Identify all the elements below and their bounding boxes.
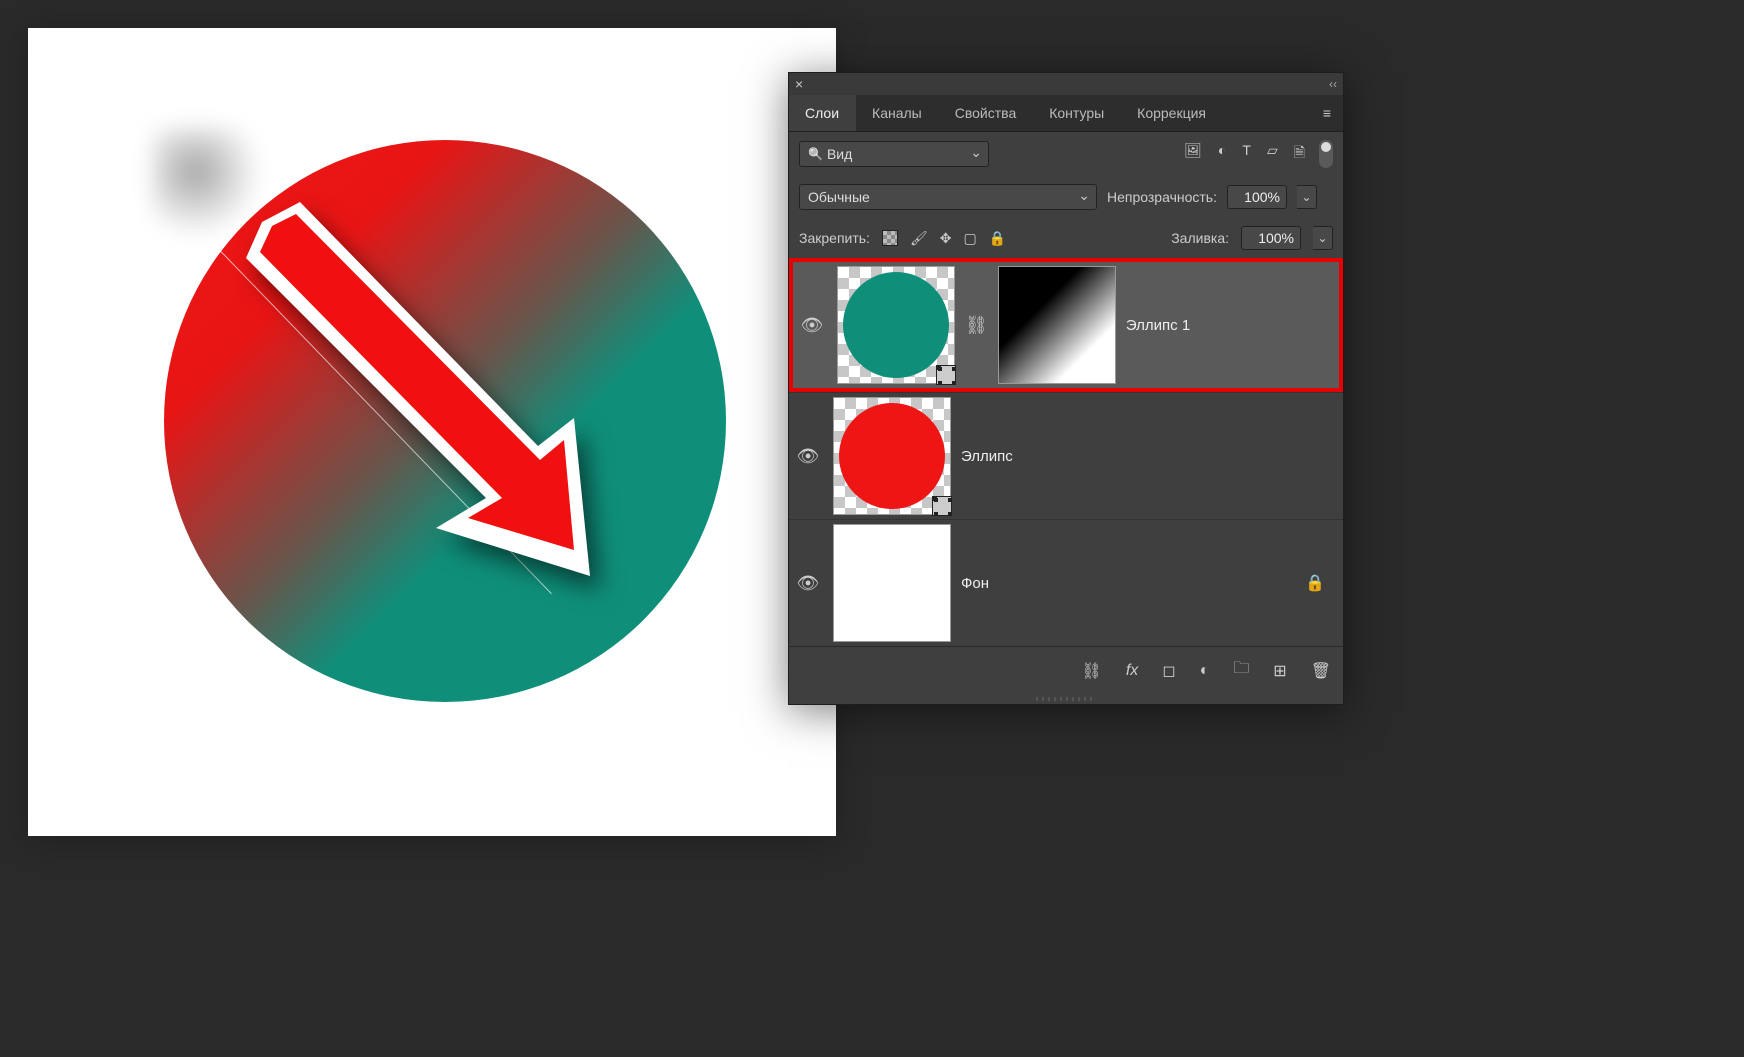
blend-mode-dropdown[interactable]: Обычные (799, 184, 1097, 210)
layers-panel-footer: ⛓ fx ◻ ◐ 🗀 ⊞ 🗑 (789, 646, 1343, 694)
lock-artboard-icon[interactable]: ▢ (963, 230, 976, 247)
fill-value-input[interactable]: 100% (1241, 226, 1301, 250)
layer-row-ellipse-1[interactable]: 👁 ⛓ Эллипс 1 (789, 258, 1343, 392)
tab-adjustments[interactable]: Коррекция (1121, 95, 1223, 131)
shape-indicator-icon (936, 365, 956, 385)
layer-filter-icons: 🖼 ◐ T ▱ 🗎 (1184, 142, 1305, 166)
new-group-icon[interactable]: 🗀 (1233, 657, 1249, 684)
shape-indicator-icon (932, 496, 952, 516)
lock-position-icon[interactable]: ✥ (940, 230, 952, 247)
visibility-toggle[interactable]: 👁 (793, 446, 823, 467)
background-lock-icon[interactable]: 🔒 (1305, 573, 1325, 593)
link-mask-icon[interactable]: ⛓ (965, 315, 988, 336)
layer-row-background[interactable]: 👁 Фон 🔒 (789, 519, 1343, 646)
opacity-label: Непрозрачность: (1107, 189, 1217, 205)
tab-properties[interactable]: Свойства (939, 95, 1033, 131)
image-filter-icon[interactable]: 🖼 (1184, 142, 1202, 166)
tab-paths[interactable]: Контуры (1033, 95, 1121, 131)
mask-thumbnail[interactable] (998, 266, 1116, 384)
layer-row-ellipse[interactable]: 👁 Эллипс (789, 392, 1343, 519)
panel-menu-icon[interactable]: ≡ (1311, 95, 1343, 131)
resize-grip[interactable] (789, 694, 1343, 704)
add-mask-icon[interactable]: ◻ (1162, 661, 1175, 681)
opacity-value-input[interactable]: 100% (1227, 185, 1287, 209)
lock-all-icon[interactable]: 🔒 (989, 230, 1006, 247)
lock-label: Закрепить: (799, 230, 870, 246)
lock-pixels-icon[interactable]: 🖌 (910, 230, 928, 247)
document-canvas[interactable] (28, 28, 836, 836)
fx-icon[interactable]: fx (1126, 662, 1138, 680)
layer-kind-dropdown[interactable]: Вид (799, 141, 989, 167)
layer-name-label[interactable]: Эллипс 1 (1126, 317, 1190, 334)
collapse-panel-icon[interactable]: ‹‹ (1329, 77, 1337, 91)
new-layer-icon[interactable]: ⊞ (1273, 661, 1286, 681)
layers-panel: × ‹‹ Слои Каналы Свойства Контуры Коррек… (788, 72, 1344, 705)
blend-mode-value: Обычные (808, 189, 870, 205)
fill-stepper[interactable]: ⌄ (1313, 226, 1333, 250)
type-filter-icon[interactable]: T (1242, 142, 1251, 166)
panel-tabs: Слои Каналы Свойства Контуры Коррекция ≡ (789, 95, 1343, 132)
close-icon[interactable]: × (795, 77, 803, 91)
layer-name-label[interactable]: Фон (961, 575, 989, 592)
adjustment-filter-icon[interactable]: ◐ (1218, 142, 1226, 166)
new-adjustment-icon[interactable]: ◐ (1200, 662, 1210, 680)
tab-channels[interactable]: Каналы (856, 95, 939, 131)
smartobj-filter-icon[interactable]: 🗎 (1294, 142, 1305, 166)
lock-transparency-icon[interactable] (882, 230, 898, 246)
composed-ellipse-shape (164, 140, 726, 702)
visibility-toggle[interactable]: 👁 (797, 315, 827, 336)
dropdown-label: Вид (827, 146, 852, 162)
layers-list: 👁 ⛓ Эллипс 1 👁 Эллипс 👁 Фон 🔒 (789, 258, 1343, 646)
panel-titlebar[interactable]: × ‹‹ (789, 73, 1343, 95)
shape-filter-icon[interactable]: ▱ (1267, 142, 1278, 166)
layer-name-label[interactable]: Эллипс (961, 448, 1013, 465)
link-layers-icon[interactable]: ⛓ (1082, 661, 1102, 681)
opacity-stepper[interactable]: ⌄ (1297, 185, 1317, 209)
visibility-toggle[interactable]: 👁 (793, 573, 823, 594)
layer-thumbnail[interactable] (833, 524, 951, 642)
layer-thumbnail[interactable] (837, 266, 955, 384)
tab-layers[interactable]: Слои (789, 95, 856, 131)
fill-label: Заливка: (1171, 230, 1229, 246)
layer-thumbnail[interactable] (833, 397, 951, 515)
delete-layer-icon[interactable]: 🗑 (1311, 661, 1331, 681)
filter-toggle[interactable] (1319, 140, 1333, 168)
